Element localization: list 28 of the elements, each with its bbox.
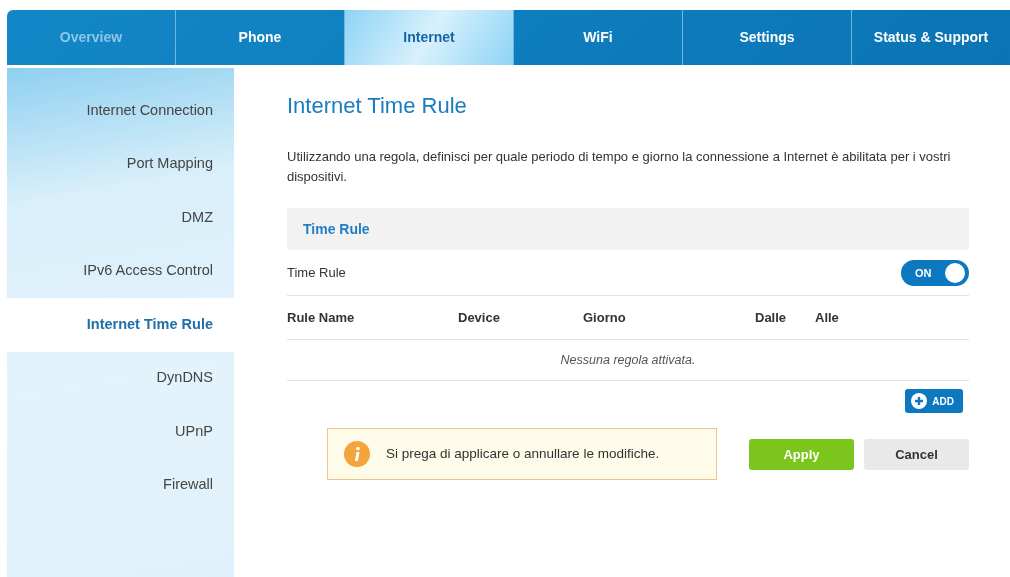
info-icon xyxy=(344,441,370,468)
cancel-button[interactable]: Cancel xyxy=(864,438,969,470)
sidebar-item[interactable]: DynDNS xyxy=(7,351,234,405)
sidebar-item[interactable]: Internet Time Rule xyxy=(7,298,234,352)
description-text: Utilizzando una regola, definisci per quale periodo di tempo e giorno la connessione a Internet è abilitata per i vostri dispositivi. xyxy=(287,148,952,186)
add-button[interactable]: ADD xyxy=(905,389,963,414)
section-header: Time Rule xyxy=(287,208,969,251)
column-header: Rule Name xyxy=(287,310,355,326)
column-header: Dalle xyxy=(755,310,787,326)
page-title: Internet Time Rule xyxy=(287,93,468,120)
sidebar-item[interactable]: IPv6 Access Control xyxy=(7,244,234,298)
column-header: Giorno xyxy=(583,310,626,326)
nav-tab[interactable]: WiFi xyxy=(514,10,683,65)
empty-message: Nessuna regola attivata. xyxy=(560,352,696,369)
nav-tab[interactable]: Status & Support xyxy=(852,10,1010,65)
notice-text: Si prega di applicare o annullare le modifiche. xyxy=(386,445,660,464)
nav-tab[interactable]: Settings xyxy=(683,10,852,65)
column-header: Alle xyxy=(815,310,839,326)
nav-tab[interactable]: Internet xyxy=(345,10,514,65)
sidebar-item[interactable]: DMZ xyxy=(7,191,234,245)
toggle-switch[interactable]: ON xyxy=(901,259,969,286)
sidebar-item[interactable]: Port Mapping xyxy=(7,137,234,191)
sidebar-item[interactable]: Internet Connection xyxy=(7,84,234,138)
toggle-label: Time Rule xyxy=(287,264,346,283)
column-header: Device xyxy=(458,310,500,326)
plus-icon xyxy=(911,393,928,410)
sidebar-item[interactable]: UPnP xyxy=(7,405,234,459)
sidebar-item[interactable]: Firewall xyxy=(7,458,234,512)
